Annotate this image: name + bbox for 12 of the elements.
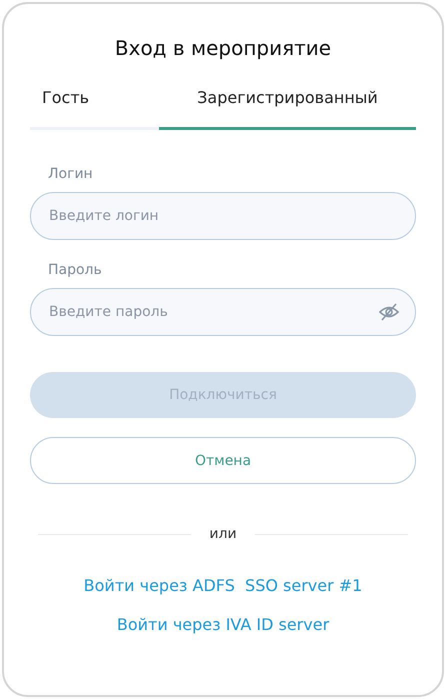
- sso-login-link[interactable]: Войти через IVA ID server: [116, 615, 330, 634]
- field-label: Логин: [48, 166, 94, 182]
- field-label: Пароль: [48, 262, 103, 278]
- tab[interactable]: Гость: [30, 80, 159, 130]
- tab[interactable]: Зарегистрированный: [159, 80, 416, 130]
- password-field[interactable]: Введите пароль: [30, 288, 416, 336]
- dialog-title: Вход в мероприятие: [114, 35, 332, 62]
- or-separator-text: или: [209, 526, 237, 542]
- sso-login-link[interactable]: Войти через ADFS SSO server #1: [84, 576, 362, 595]
- cancel-button[interactable]: Отмена: [30, 437, 416, 484]
- hidden-eye-icon[interactable]: [378, 303, 400, 321]
- login-field[interactable]: Введите логин: [30, 192, 416, 240]
